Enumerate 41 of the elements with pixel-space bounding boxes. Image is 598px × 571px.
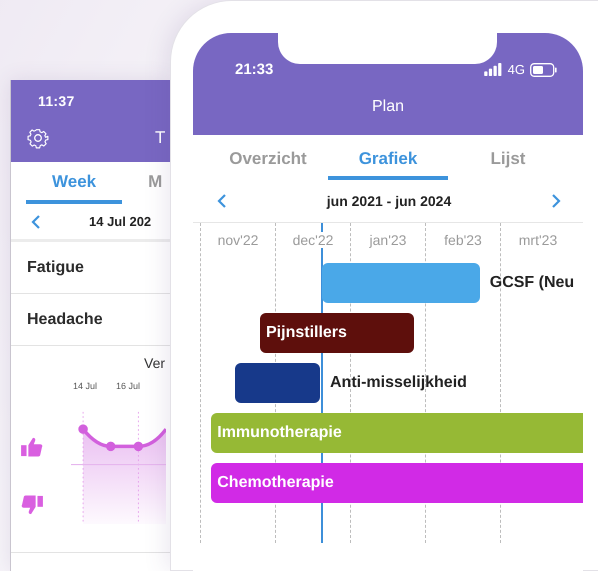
- month-label: dec'22: [292, 232, 334, 248]
- treatment-bar[interactable]: Chemotherapie: [211, 463, 583, 503]
- tab[interactable]: Lijst: [448, 149, 568, 180]
- thumbs-up-icon: [21, 437, 43, 457]
- treatment-label: Chemotherapie: [216, 474, 334, 492]
- status-time: 21:33: [235, 61, 274, 78]
- status-time: 11:37: [38, 93, 76, 109]
- screen-title: Plan: [372, 98, 404, 116]
- tab[interactable]: Week: [26, 172, 122, 204]
- month-label: mrt'23: [518, 232, 558, 248]
- treatment-bar[interactable]: Pijnstillers: [260, 313, 414, 353]
- chart-title: Ver: [144, 355, 166, 371]
- next-icon[interactable]: [551, 193, 561, 209]
- treatment-label: Immunotherapie: [216, 424, 342, 442]
- settings-icon[interactable]: [27, 127, 49, 149]
- previous-icon[interactable]: [217, 193, 227, 209]
- screen-title: T: [155, 128, 166, 148]
- battery-icon: [530, 62, 557, 76]
- previous-icon[interactable]: [31, 214, 41, 230]
- signal-icon: [484, 63, 503, 76]
- treatment-label: Anti-misselijkheid: [330, 374, 467, 392]
- treatment-bar[interactable]: Immunotherapie: [211, 413, 583, 453]
- symptom-name: Fatigue: [27, 258, 84, 276]
- data-point: [106, 442, 116, 452]
- thumbs-down-icon: [21, 495, 43, 515]
- treatment-label: GCSF (Neu: [490, 274, 574, 292]
- symptom-name: Headache: [27, 310, 103, 328]
- data-point: [134, 442, 144, 452]
- tab[interactable]: Grafiek: [328, 149, 448, 180]
- tab[interactable]: Overzicht: [208, 149, 328, 180]
- tab[interactable]: M: [122, 172, 171, 204]
- network-label: 4G: [508, 62, 525, 77]
- treatment-label: Pijnstillers: [265, 324, 347, 342]
- month-label: feb'23: [443, 232, 483, 248]
- month-label: nov'22: [216, 232, 260, 248]
- month-label: jan'23: [368, 232, 408, 248]
- data-point: [78, 424, 88, 434]
- axis-label: 16 Jul: [116, 381, 140, 391]
- axis-label: 14 Jul: [73, 381, 98, 391]
- date-label: 14 Jul 202: [89, 214, 152, 229]
- date-range-label: jun 2021 - jun 2024: [326, 193, 452, 209]
